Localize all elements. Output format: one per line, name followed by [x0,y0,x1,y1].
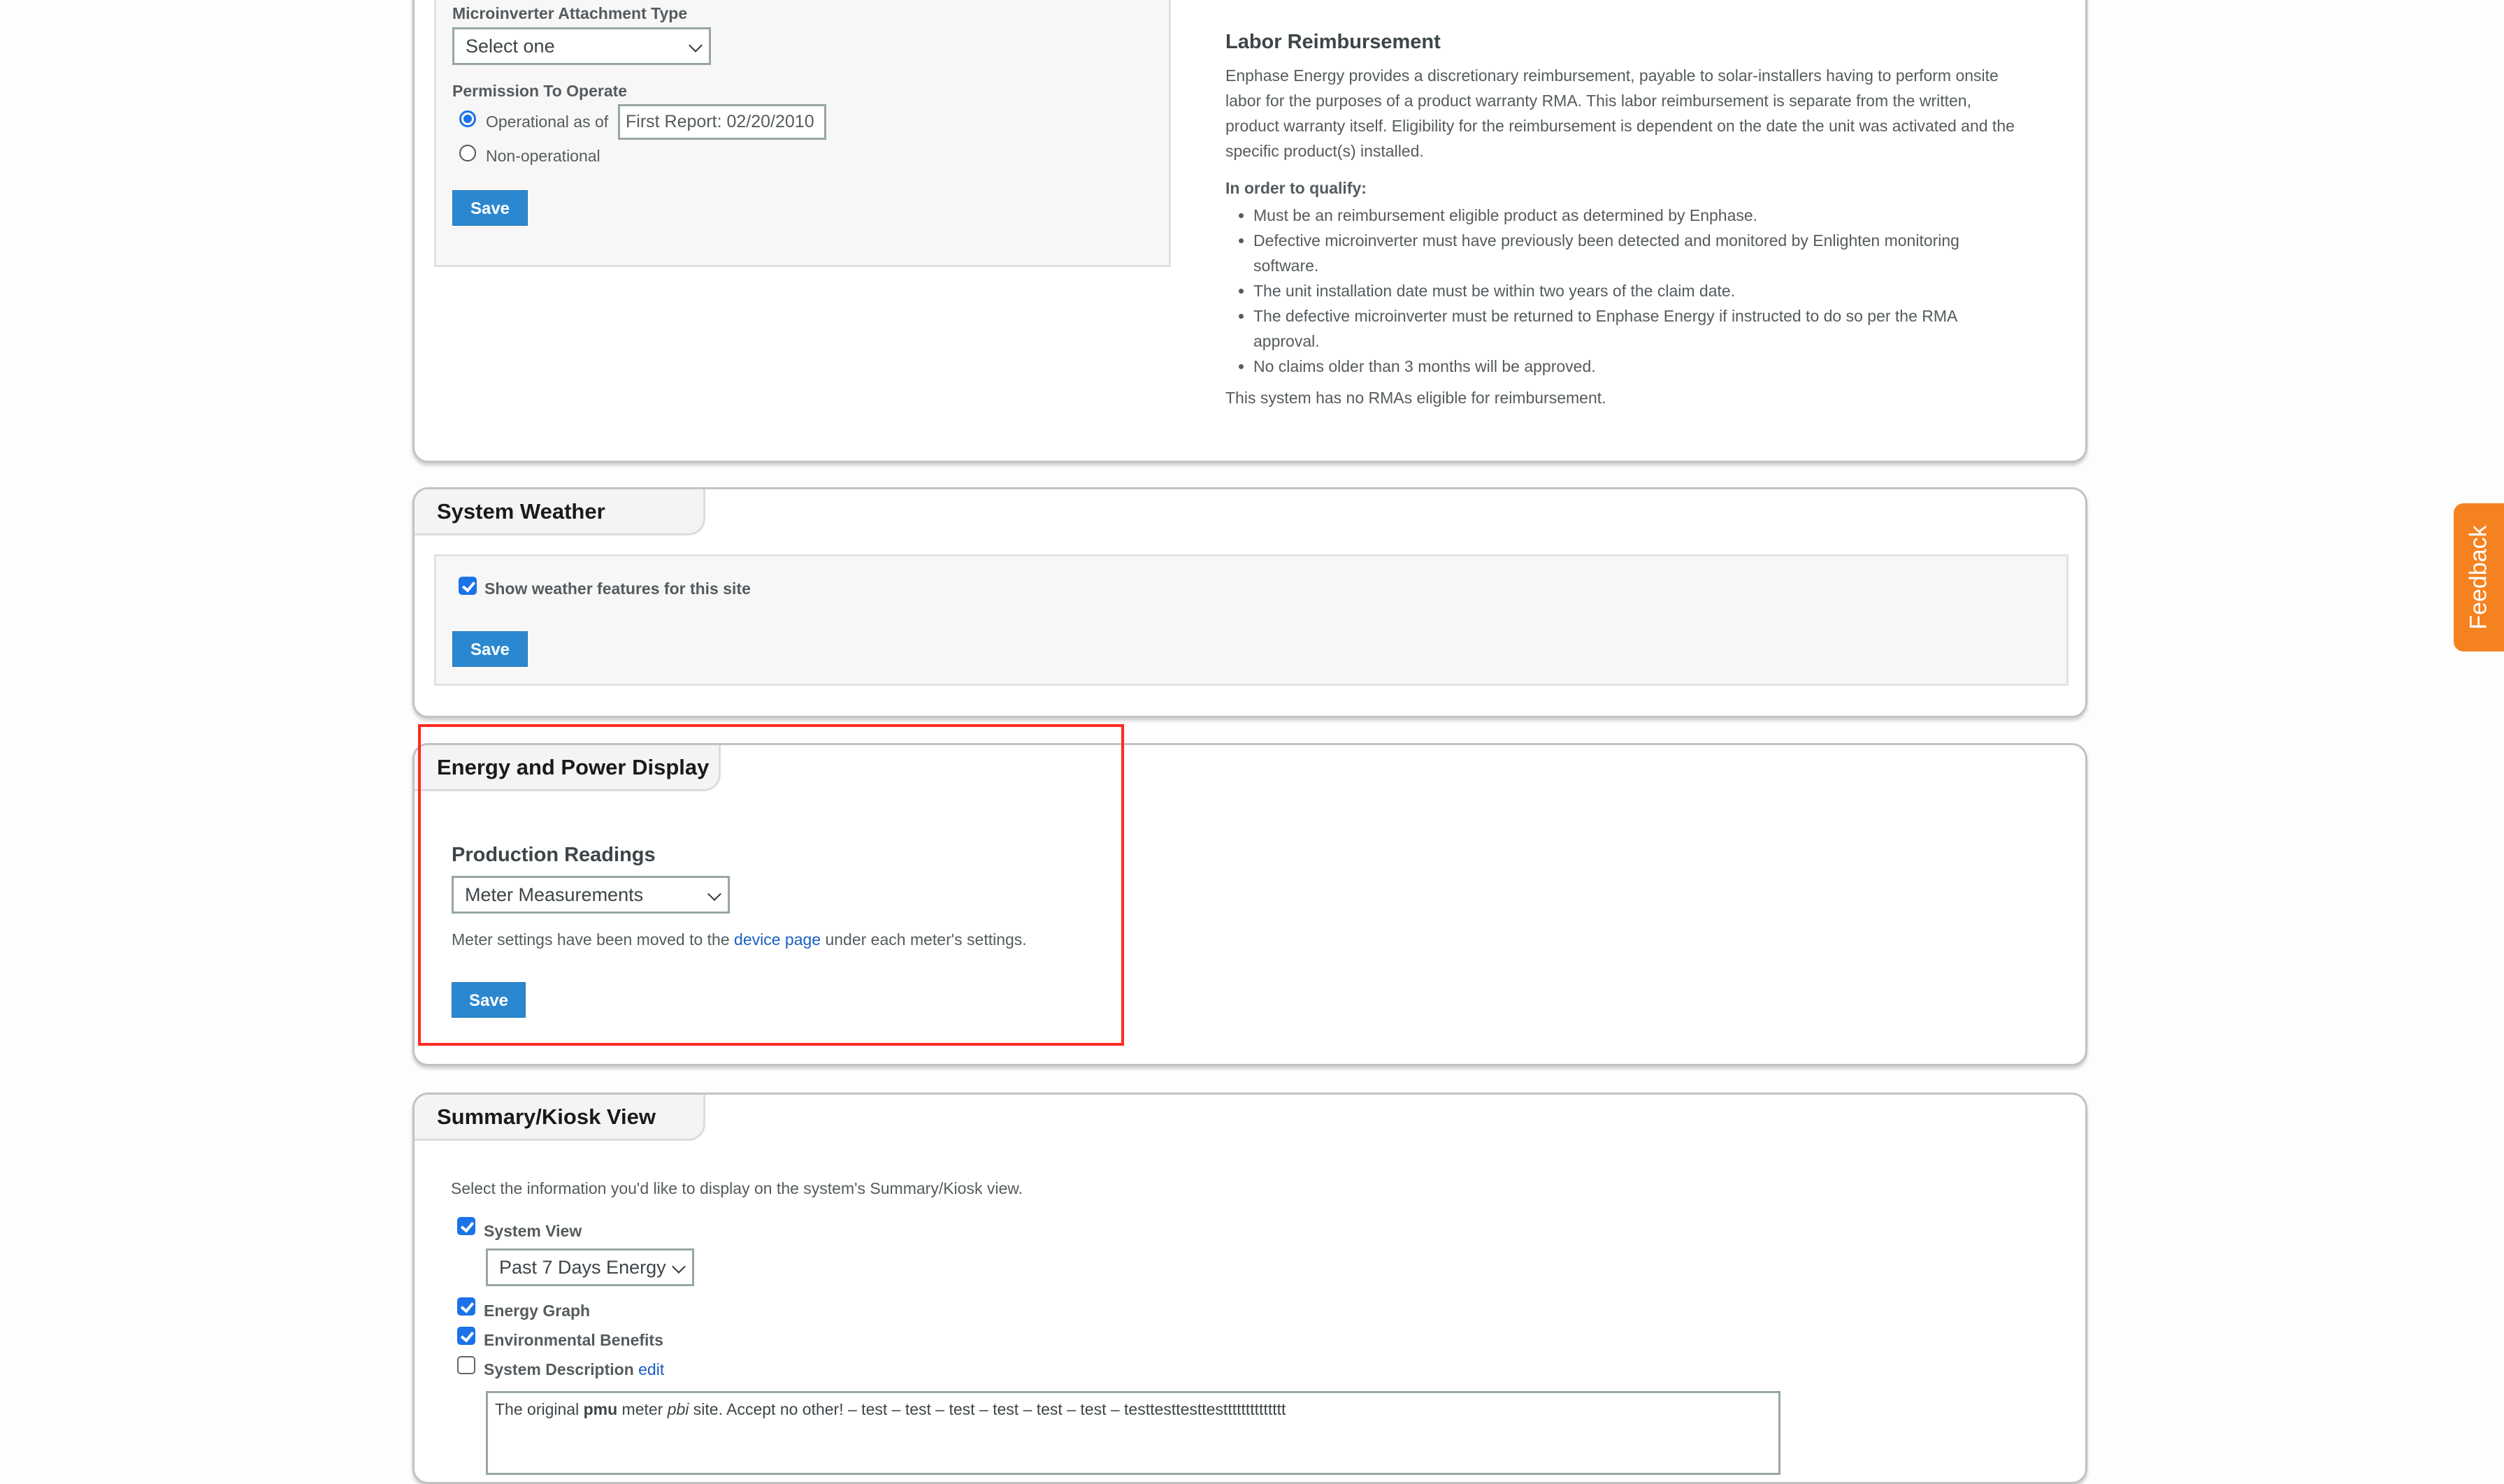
rma-eligibility-note: This system has no RMAs eligible for rei… [1225,389,1606,407]
energy-display-save-button[interactable]: Save [452,982,526,1018]
requirement-item: Defective microinverter must have previo… [1253,228,2022,278]
system-description-box: The original pmu meter pbi site. Accept … [486,1391,1780,1475]
radio-non-operational-label: Non-operational [486,147,600,165]
system-weather-title: System Weather [415,489,705,535]
energy-graph-label: Energy Graph [484,1302,591,1320]
feedback-label: Feedback [2465,525,2492,630]
feedback-tab[interactable]: Feedback [2454,503,2504,651]
device-page-link[interactable]: device page [734,930,821,949]
pto-label: Permission To Operate [452,82,628,100]
description-part2: meter [617,1400,668,1418]
production-readings-value: Meter Measurements [465,884,644,905]
qualify-heading: In order to qualify: [1225,179,1367,197]
attachment-type-select[interactable]: Select one [452,27,711,65]
system-view-label: System View [484,1222,582,1240]
radio-operational[interactable] [459,110,476,127]
system-description-edit-link[interactable]: edit [638,1360,664,1378]
production-readings-label: Production Readings [452,844,656,866]
summary-kiosk-intro: Select the information you'd like to dis… [451,1179,1023,1197]
system-description-checkbox[interactable] [457,1356,475,1374]
meter-note-prefix: Meter settings have been moved to the [452,930,735,949]
radio-non-operational[interactable] [459,145,476,161]
operational-date-value: First Report: 02/20/2010 [626,112,814,131]
labor-reimbursement-paragraph: Enphase Energy provides a discretionary … [1225,66,2015,160]
weather-form-box [434,554,2068,686]
environmental-benefits-checkbox[interactable] [457,1327,475,1345]
requirement-item: No claims older than 3 months will be ap… [1253,354,2022,379]
requirement-item: The defective microinverter must be retu… [1253,303,2022,354]
system-view-select[interactable]: Past 7 Days Energy [486,1248,694,1286]
description-part3: site. Accept no other! – test – test – t… [689,1400,1286,1418]
weather-save-button[interactable]: Save [452,631,528,667]
attachment-type-value: Select one [466,36,555,57]
description-bold: pmu [583,1400,618,1418]
description-part1: The original [495,1400,584,1418]
chevron-down-icon [672,1260,686,1274]
weather-checkbox[interactable] [459,577,477,595]
system-view-checkbox[interactable] [457,1217,475,1235]
chevron-down-icon [707,887,721,901]
radio-operational-label: Operational as of [486,113,609,131]
energy-graph-checkbox[interactable] [457,1297,475,1316]
meter-settings-note: Meter settings have been moved to the de… [452,930,1027,949]
system-description-label: System Description edit [484,1360,664,1379]
chevron-down-icon [689,38,703,52]
requirement-item: The unit installation date must be withi… [1253,278,2022,303]
attachment-type-label: Microinverter Attachment Type [452,4,688,22]
description-italic: pbi [667,1400,689,1418]
qualify-requirements-list: Must be an reimbursement eligible produc… [1225,203,2022,379]
pto-save-button[interactable]: Save [452,190,528,226]
environmental-benefits-label: Environmental Benefits [484,1331,663,1349]
summary-kiosk-title: Summary/Kiosk View [415,1095,705,1141]
labor-reimbursement-title: Labor Reimbursement [1225,31,1441,53]
operational-date-input[interactable]: First Report: 02/20/2010 [618,104,826,140]
meter-note-suffix: under each meter's settings. [821,930,1027,949]
requirement-item: Must be an reimbursement eligible produc… [1253,203,2022,228]
system-description-text: System Description [484,1360,634,1378]
energy-power-display-title: Energy and Power Display [415,745,721,791]
system-view-value: Past 7 Days Energy [499,1257,666,1278]
weather-checkbox-label: Show weather features for this site [484,579,751,598]
production-readings-select[interactable]: Meter Measurements [452,876,730,914]
